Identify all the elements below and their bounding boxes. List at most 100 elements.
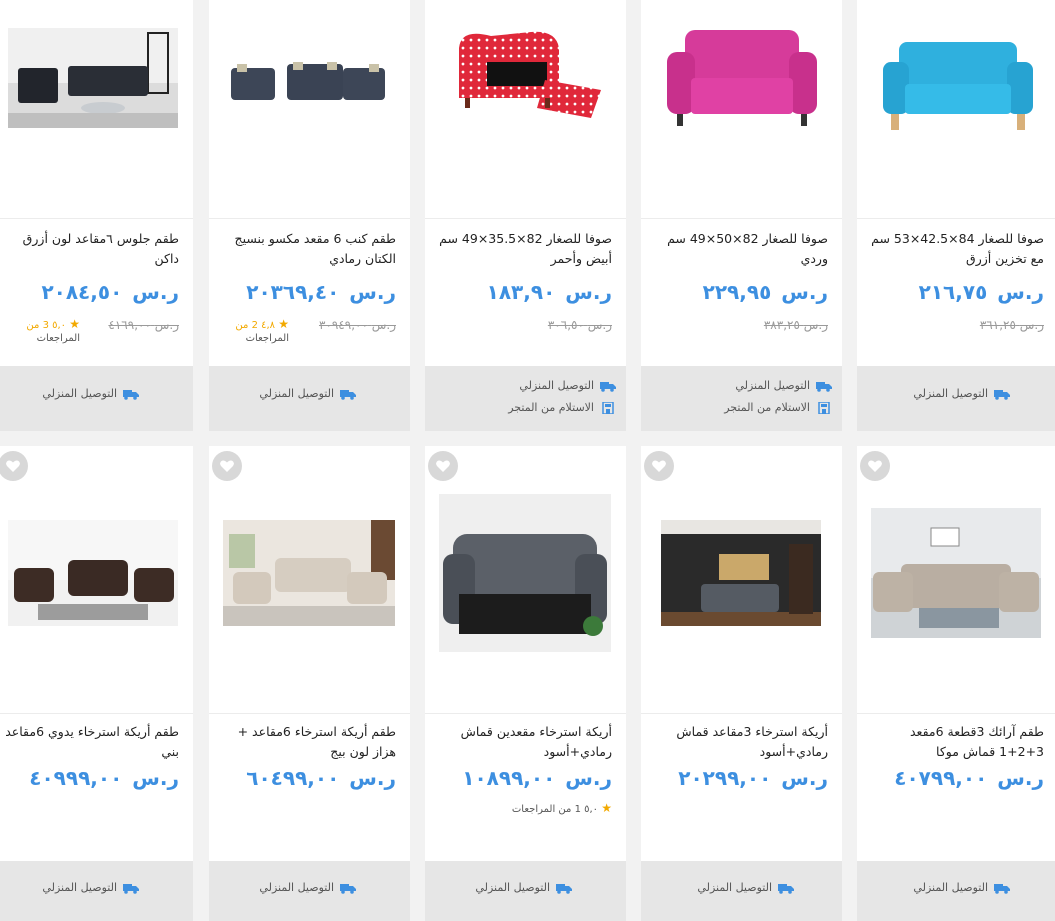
red-dotted-kids-sofa-image[interactable]: [451, 28, 601, 123]
home-delivery: التوصيل المنزلي: [913, 387, 1010, 400]
card-footer: التوصيل المنزلي الاستلام من المتجر: [641, 366, 842, 431]
card-footer: التوصيل المنزلي: [641, 861, 842, 921]
card-footer: التوصيل المنزلي: [425, 861, 626, 921]
product-price: ر.س٢١٦,٧٥: [918, 280, 1044, 304]
product-card[interactable]: طقم أريكة استرخاء 6مقاعد + هزاز لون بيج …: [209, 446, 410, 921]
product-card[interactable]: صوفا للصغار 82×50×49 سم وردي ر.س٢٢٩,٩٥ ر…: [641, 0, 842, 431]
card-footer: التوصيل المنزلي: [857, 366, 1055, 431]
home-delivery: التوصيل المنزلي: [259, 881, 356, 894]
product-grid: صوفا للصغار 84×42.5×53 سم مع تخزين أزرق …: [0, 0, 1055, 921]
product-old-price: ر.س ٣٦١,٢٥: [979, 318, 1044, 332]
product-title[interactable]: صوفا للصغار 84×42.5×53 سم مع تخزين أزرق: [867, 229, 1044, 269]
truck-icon: [816, 381, 832, 392]
product-old-price: ر.س ٣٨٣,٢٥: [763, 318, 828, 332]
product-image-area[interactable]: [425, 0, 626, 219]
product-price: ر.س٤٠٩٩٩,٠٠: [29, 766, 179, 790]
wishlist-heart-icon[interactable]: [428, 451, 458, 481]
truck-icon: [778, 883, 794, 894]
home-delivery: التوصيل المنزلي: [475, 881, 572, 894]
card-footer: التوصيل المنزلي: [209, 861, 410, 921]
card-footer: التوصيل المنزلي: [0, 861, 193, 921]
truck-icon: [600, 381, 616, 392]
truck-icon: [556, 883, 572, 894]
product-image-area[interactable]: [209, 0, 410, 219]
product-card[interactable]: طقم جلوس ٦مقاعد لون أزرق داكن ر.س٢٠٨٤,٥٠…: [0, 0, 193, 431]
product-image-area[interactable]: [0, 0, 193, 219]
wishlist-heart-icon[interactable]: [644, 451, 674, 481]
store-pickup: الاستلام من المتجر: [724, 401, 832, 414]
product-image-area[interactable]: [641, 0, 842, 219]
product-image-area[interactable]: [641, 446, 842, 714]
product-rating: ★ ٥,٠ 1 من المراجعات: [511, 801, 612, 816]
product-old-price: ر.س ٣٠٦,٥٠: [547, 318, 612, 332]
product-rating: ★ ٤,٨ 2 من المراجعات: [235, 317, 289, 345]
truck-icon: [994, 389, 1010, 400]
product-old-price: ر.س ٣٠٩٤٩,٠٠: [318, 318, 396, 332]
product-card[interactable]: طقم أريكة استرخاء يدوي 6مقاعد بني ر.س٤٠٩…: [0, 446, 193, 921]
truck-icon: [340, 883, 356, 894]
product-title[interactable]: صوفا للصغار 82×35.5×49 سم أبيض وأحمر: [435, 229, 612, 269]
store-icon: [818, 401, 830, 414]
truck-icon: [123, 883, 139, 894]
product-price: ر.س١٠٨٩٩,٠٠: [462, 766, 612, 790]
grey-black-recliner-room-image[interactable]: [661, 520, 821, 626]
product-price: ر.س٦٠٤٩٩,٠٠: [246, 766, 396, 790]
store-icon: [602, 401, 614, 414]
product-price: ر.س٤٠٧٩٩,٠٠: [894, 766, 1044, 790]
dark-blue-sofa-set-image[interactable]: [8, 28, 178, 128]
blue-kids-sofa-image[interactable]: [881, 32, 1035, 132]
product-title[interactable]: طقم جلوس ٦مقاعد لون أزرق داكن: [2, 229, 179, 269]
home-delivery: التوصيل المنزلي: [42, 881, 139, 894]
product-price: ر.س٢٠٣٦٩,٤٠: [246, 280, 396, 304]
grey-black-loveseat-image[interactable]: [439, 494, 611, 652]
home-delivery: التوصيل المنزلي: [42, 387, 139, 400]
card-footer: التوصيل المنزلي: [0, 366, 193, 431]
product-old-price: ر.س ٤١٦٩,٠٠: [108, 318, 179, 332]
mocha-recliner-set-image[interactable]: [871, 508, 1041, 638]
product-image-area[interactable]: [209, 446, 410, 714]
product-image-area[interactable]: [857, 0, 1055, 219]
pink-kids-sofa-image[interactable]: [665, 30, 819, 130]
product-image-area[interactable]: [857, 446, 1055, 714]
product-title[interactable]: طقم أريكة استرخاء يدوي 6مقاعد بني: [2, 722, 179, 762]
brown-recliner-set-image[interactable]: [8, 520, 178, 626]
product-title[interactable]: صوفا للصغار 82×50×49 سم وردي: [651, 229, 828, 269]
home-delivery: التوصيل المنزلي: [913, 881, 1010, 894]
product-card[interactable]: أريكة استرخاء مقعدين قماش رمادي+أسود ر.س…: [425, 446, 626, 921]
product-title[interactable]: طقم كنب 6 مقعد مكسو بنسيج الكتان رمادي: [219, 229, 396, 269]
product-price: ر.س٢٠٨٤,٥٠: [41, 280, 179, 304]
product-image-area[interactable]: [425, 446, 626, 714]
product-rating: ★ ٥,٠ 3 من المراجعات: [26, 317, 80, 345]
home-delivery: التوصيل المنزلي: [697, 881, 794, 894]
star-icon: ★: [601, 801, 612, 815]
star-icon: ★: [278, 317, 289, 331]
truck-icon: [340, 389, 356, 400]
card-footer: التوصيل المنزلي الاستلام من المتجر: [425, 366, 626, 431]
beige-recliner-set-image[interactable]: [223, 520, 395, 626]
store-pickup: الاستلام من المتجر: [508, 401, 616, 414]
home-delivery: التوصيل المنزلي: [519, 379, 616, 392]
product-price: ر.س٢٢٩,٩٥: [702, 280, 828, 304]
product-card[interactable]: أريكة استرخاء 3مقاعد قماش رمادي+أسود ر.س…: [641, 446, 842, 921]
product-card[interactable]: صوفا للصغار 84×42.5×53 سم مع تخزين أزرق …: [857, 0, 1055, 431]
product-title[interactable]: أريكة استرخاء مقعدين قماش رمادي+أسود: [435, 722, 612, 762]
product-title[interactable]: طقم آرائك 3قطعة 6مقعد 3+2+1 قماش موكا: [867, 722, 1044, 762]
star-icon: ★: [69, 317, 80, 331]
wishlist-heart-icon[interactable]: [860, 451, 890, 481]
truck-icon: [994, 883, 1010, 894]
wishlist-heart-icon[interactable]: [0, 451, 28, 481]
home-delivery: التوصيل المنزلي: [735, 379, 832, 392]
product-card[interactable]: طقم آرائك 3قطعة 6مقعد 3+2+1 قماش موكا ر.…: [857, 446, 1055, 921]
product-price: ر.س٢٠٢٩٩,٠٠: [678, 766, 828, 790]
truck-icon: [123, 389, 139, 400]
card-footer: التوصيل المنزلي: [209, 366, 410, 431]
wishlist-heart-icon[interactable]: [212, 451, 242, 481]
product-card[interactable]: صوفا للصغار 82×35.5×49 سم أبيض وأحمر ر.س…: [425, 0, 626, 431]
home-delivery: التوصيل المنزلي: [259, 387, 356, 400]
product-title[interactable]: طقم أريكة استرخاء 6مقاعد + هزاز لون بيج: [219, 722, 396, 762]
product-title[interactable]: أريكة استرخاء 3مقاعد قماش رمادي+أسود: [651, 722, 828, 762]
card-footer: التوصيل المنزلي: [857, 861, 1055, 921]
product-image-area[interactable]: [0, 446, 193, 714]
grey-sofa-set-image[interactable]: [229, 60, 389, 104]
product-card[interactable]: طقم كنب 6 مقعد مكسو بنسيج الكتان رمادي ر…: [209, 0, 410, 431]
